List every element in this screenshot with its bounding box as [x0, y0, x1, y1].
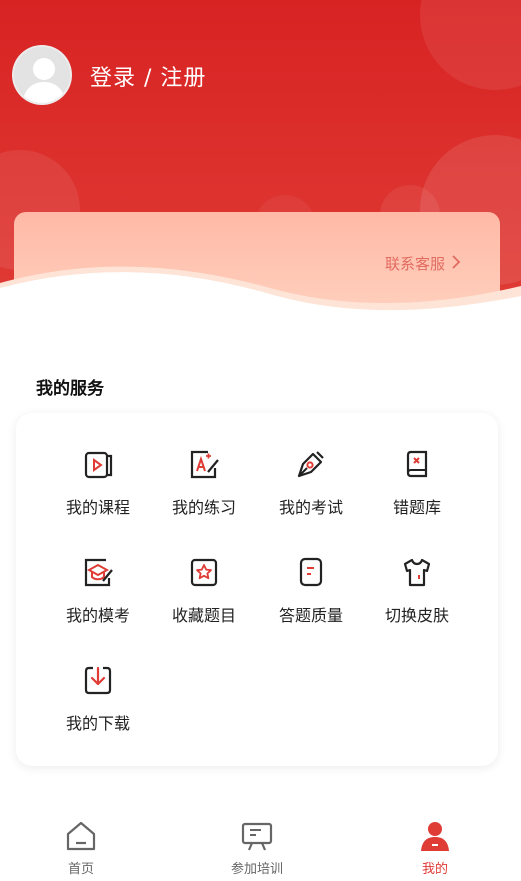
- exam-pen-icon: [297, 451, 324, 478]
- training-board-icon: [241, 822, 273, 851]
- tab-training[interactable]: 参加培训: [202, 818, 312, 878]
- tab-label: 我的: [421, 862, 448, 877]
- service-my-practice[interactable]: 我的练习: [149, 446, 259, 536]
- download-icon: [84, 666, 112, 695]
- answer-quality-icon: [299, 557, 323, 587]
- service-label: 我的考试: [278, 498, 343, 517]
- profile-icon: [421, 822, 449, 851]
- service-label: 我的课程: [65, 498, 130, 517]
- service-my-mock-exam[interactable]: 我的模考: [43, 554, 153, 644]
- service-label: 我的下载: [65, 714, 130, 733]
- bottom-tab-bar: 首页 参加培训 我的: [0, 812, 521, 881]
- tab-label: 参加培训: [230, 862, 283, 877]
- service-answer-quality[interactable]: 答题质量: [256, 554, 366, 644]
- services-title: 我的服务: [36, 379, 104, 399]
- service-my-exam[interactable]: 我的考试: [256, 446, 366, 536]
- service-favorites[interactable]: 收藏题目: [149, 554, 259, 644]
- tab-home[interactable]: 首页: [26, 818, 136, 878]
- favorite-star-icon: [190, 558, 218, 587]
- mock-exam-cap-icon: [84, 558, 113, 587]
- service-my-downloads[interactable]: 我的下载: [43, 662, 153, 752]
- services-grid: 我的课程 我的练习 我的考试 错题库 我的模考 收藏题目 答题质量 切换皮肤 我…: [16, 413, 498, 766]
- wave-divider: [0, 266, 521, 338]
- home-icon: [66, 821, 96, 851]
- service-wrong-questions[interactable]: 错题库: [362, 446, 472, 536]
- login-register-link[interactable]: 登录 / 注册: [90, 60, 206, 92]
- skin-shirt-icon: [403, 558, 431, 587]
- service-label: 切换皮肤: [384, 606, 449, 625]
- service-switch-skin[interactable]: 切换皮肤: [362, 554, 472, 644]
- practice-edit-icon: [190, 450, 219, 479]
- service-label: 我的模考: [65, 606, 130, 625]
- wrong-book-icon: [406, 450, 428, 478]
- service-label: 答题质量: [278, 606, 343, 625]
- service-label: 错题库: [392, 498, 441, 517]
- decor-bubble: [420, 0, 521, 90]
- tab-mine[interactable]: 我的: [380, 818, 490, 878]
- tab-label: 首页: [67, 862, 94, 877]
- service-my-course[interactable]: 我的课程: [43, 446, 153, 536]
- user-avatar-icon[interactable]: [12, 45, 72, 105]
- service-label: 我的练习: [171, 498, 236, 517]
- course-video-icon: [84, 451, 113, 479]
- service-label: 收藏题目: [171, 606, 236, 625]
